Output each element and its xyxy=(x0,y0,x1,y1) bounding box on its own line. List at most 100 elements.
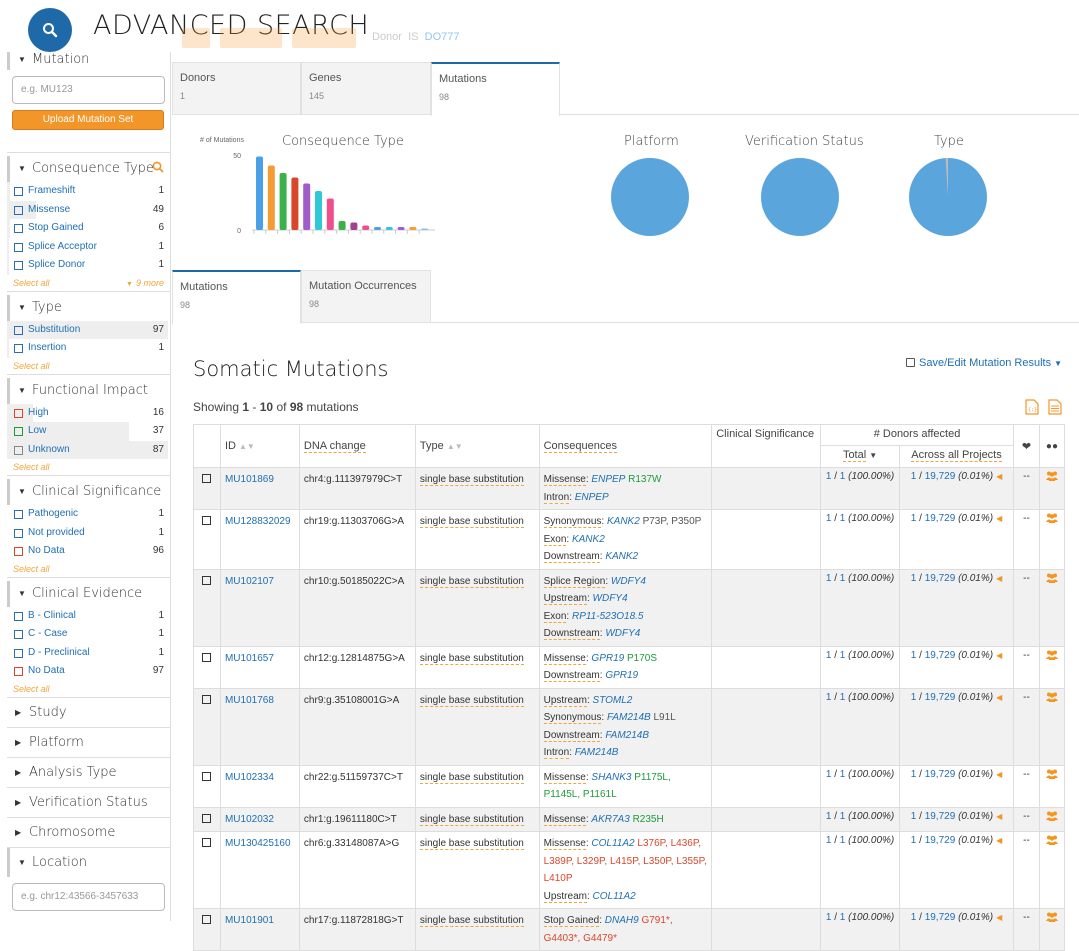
chart-bar[interactable] xyxy=(326,198,334,231)
row-checkbox[interactable] xyxy=(202,652,212,662)
facet-term[interactable]: Missense 49 xyxy=(7,200,170,219)
verification-pie-chart[interactable] xyxy=(759,156,841,238)
people-icon[interactable] xyxy=(1045,811,1058,824)
gene-link[interactable]: KANK2 xyxy=(605,551,638,562)
chart-bar[interactable] xyxy=(315,191,322,230)
gene-link[interactable]: FAM214B xyxy=(575,747,619,758)
gene-link[interactable]: GPR19 xyxy=(605,670,638,681)
row-checkbox[interactable] xyxy=(202,915,212,924)
mutation-id-link[interactable]: MU102107 xyxy=(225,576,274,587)
gene-link[interactable]: FAM214B xyxy=(607,712,651,723)
chart-bar[interactable] xyxy=(256,156,263,231)
total-count-link[interactable]: 1 xyxy=(840,573,846,584)
expand-left-icon[interactable]: ◀ xyxy=(996,514,1002,523)
gene-link[interactable]: KANK2 xyxy=(607,516,640,527)
tab-mutation-occurrences[interactable]: Mutation Occurrences 98 xyxy=(301,270,431,323)
facet-header[interactable]: ▼ Consequence Type xyxy=(7,156,170,182)
mutation-id-link[interactable]: MU102334 xyxy=(225,772,274,783)
facet-header[interactable]: ▶ Analysis Type xyxy=(7,758,170,787)
facet-term[interactable]: Substitution 97 xyxy=(7,320,170,339)
affected-count-link[interactable]: 1 xyxy=(826,650,832,661)
affected-count-link[interactable]: 1 xyxy=(911,692,917,703)
affected-count-link[interactable]: 1 xyxy=(826,692,832,703)
checkbox[interactable] xyxy=(14,648,23,658)
affected-count-link[interactable]: 1 xyxy=(911,513,917,524)
across-projects-column-header[interactable]: Across all Projects xyxy=(899,445,1014,468)
gene-link[interactable]: COL11A2 xyxy=(591,838,634,849)
facet-header[interactable]: ▼ Location xyxy=(7,847,170,877)
total-count-link[interactable]: 19,729 xyxy=(925,573,956,584)
pie-slice[interactable] xyxy=(761,158,839,236)
row-checkbox[interactable] xyxy=(202,474,212,483)
facet-term[interactable]: High 16 xyxy=(7,403,170,422)
id-column-header[interactable]: ID ▲▼ xyxy=(219,424,300,468)
total-count-link[interactable]: 19,729 xyxy=(925,769,956,780)
total-count-link[interactable]: 19,729 xyxy=(925,811,956,822)
total-count-link[interactable]: 19,729 xyxy=(925,471,956,482)
total-count-link[interactable]: 19,729 xyxy=(925,650,956,661)
export-json-icon[interactable]: {;} xyxy=(1025,399,1039,415)
chart-bar[interactable] xyxy=(338,221,346,230)
people-icon[interactable] xyxy=(1045,692,1058,705)
donor-filter[interactable]: Donor IS DO777 xyxy=(372,31,459,43)
affected-count-link[interactable]: 1 xyxy=(911,769,917,780)
facet-header[interactable]: ▶ Chromosome xyxy=(7,818,170,847)
people-icon[interactable] xyxy=(1045,513,1058,526)
chart-bar[interactable] xyxy=(350,222,358,231)
filter-chip[interactable] xyxy=(292,28,356,48)
affected-count-link[interactable]: 1 xyxy=(826,769,832,780)
row-checkbox[interactable] xyxy=(202,771,212,781)
facet-term[interactable]: No Data 96 xyxy=(7,542,170,561)
gene-link[interactable]: SHANK3 xyxy=(591,772,631,783)
gene-link[interactable]: ENPEP xyxy=(591,474,625,485)
checkbox[interactable] xyxy=(14,630,23,639)
affected-count-link[interactable]: 1 xyxy=(826,835,832,846)
checkbox[interactable] xyxy=(14,611,23,621)
affected-count-link[interactable]: 1 xyxy=(911,573,917,584)
mutation-id-link[interactable]: MU101768 xyxy=(225,695,274,706)
show-more-link[interactable]: ▼ 9 more xyxy=(126,275,164,293)
expand-left-icon[interactable]: ◀ xyxy=(996,574,1002,583)
pie-slice[interactable] xyxy=(611,158,689,236)
mutation-id-link[interactable]: MU101657 xyxy=(225,653,274,664)
facet-header[interactable]: ▼ Clinical Significance xyxy=(7,479,170,505)
facet-header[interactable]: ▶ Platform xyxy=(7,728,170,757)
facet-term[interactable]: Pathogenic 1 xyxy=(7,505,170,524)
checkbox[interactable] xyxy=(14,224,23,233)
facet-term[interactable]: Stop Gained 6 xyxy=(7,219,170,238)
platform-pie-chart[interactable] xyxy=(609,156,691,238)
select-all-link[interactable]: Select all xyxy=(7,459,170,475)
total-column-header[interactable]: Total ▼ xyxy=(820,445,901,468)
facet-header[interactable]: ▼ Clinical Evidence xyxy=(7,580,170,607)
chart-bar[interactable] xyxy=(362,225,370,231)
affected-count-link[interactable]: 1 xyxy=(826,513,832,524)
facet-term[interactable]: Frameshift 1 xyxy=(7,182,170,201)
facet-term[interactable]: B - Clinical 1 xyxy=(7,607,170,626)
mutation-id-link[interactable]: MU128832029 xyxy=(225,516,291,527)
total-count-link[interactable]: 1 xyxy=(840,912,846,923)
tab-genes[interactable]: Genes 145 xyxy=(301,62,431,115)
gene-link[interactable]: GPR19 xyxy=(591,653,624,664)
checkbox[interactable] xyxy=(14,261,23,270)
chart-bar[interactable] xyxy=(409,227,417,230)
select-all-link[interactable]: Select all xyxy=(7,561,170,577)
expand-left-icon[interactable]: ◀ xyxy=(996,836,1002,845)
chart-bar[interactable] xyxy=(267,165,275,231)
people-icon[interactable] xyxy=(1045,912,1058,925)
total-count-link[interactable]: 19,729 xyxy=(925,692,956,703)
expand-left-icon[interactable]: ◀ xyxy=(996,770,1002,779)
chart-bar[interactable] xyxy=(374,227,381,230)
total-count-link[interactable]: 1 xyxy=(840,471,846,482)
gene-link[interactable]: FAM214B xyxy=(605,730,649,741)
facet-header[interactable]: ▼ Mutation xyxy=(7,52,170,70)
total-count-link[interactable]: 1 xyxy=(840,650,846,661)
facet-term[interactable]: Insertion 1 xyxy=(7,339,170,358)
facet-header[interactable]: ▼ Type xyxy=(7,294,170,321)
facet-term[interactable]: D - Preclinical 1 xyxy=(7,644,170,663)
type-pie-chart[interactable] xyxy=(907,156,989,238)
total-count-link[interactable]: 1 xyxy=(840,769,846,780)
row-checkbox[interactable] xyxy=(202,694,212,704)
select-all-link[interactable]: Select all ▼ 9 more xyxy=(7,275,170,291)
gene-link[interactable]: ENPEP xyxy=(575,492,609,503)
gene-link[interactable]: WDFY4 xyxy=(611,576,646,587)
